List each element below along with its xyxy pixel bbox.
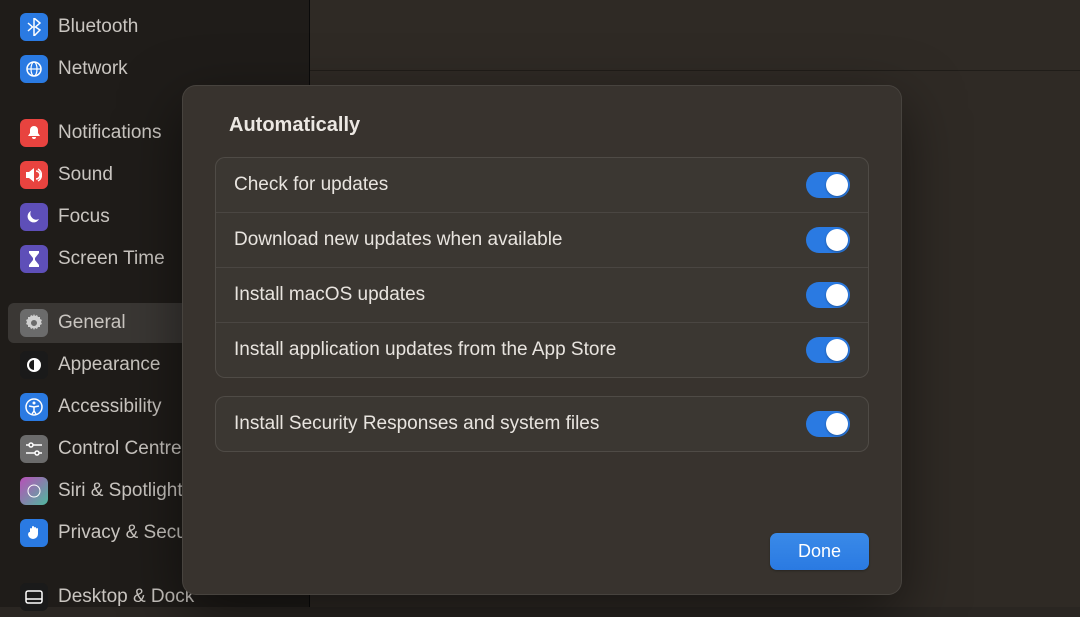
sidebar-item-bluetooth[interactable]: Bluetooth [8,7,301,47]
sidebar-item-label: Control Centre [58,438,182,460]
bell-icon [20,119,48,147]
setting-row-install-appstore: Install application updates from the App… [216,323,868,377]
setting-row-check-updates: Check for updates [216,158,868,213]
network-icon [20,55,48,83]
sidebar-item-label: Sound [58,164,113,186]
gear-icon [20,309,48,337]
sidebar-item-label: Appearance [58,354,160,376]
sidebar-item-network[interactable]: Network [8,49,301,89]
hand-icon [20,519,48,547]
sidebar-item-label: General [58,312,126,334]
toggle-security-responses[interactable] [806,411,850,437]
setting-row-install-macos: Install macOS updates [216,268,868,323]
siri-icon [20,477,48,505]
sliders-icon [20,435,48,463]
setting-label: Check for updates [234,174,388,196]
toggle-download-updates[interactable] [806,227,850,253]
sidebar-item-label: Siri & Spotlight [58,480,183,502]
toggle-install-appstore[interactable] [806,337,850,363]
moon-icon [20,203,48,231]
settings-group-1: Check for updates Download new updates w… [215,157,869,378]
settings-group-2: Install Security Responses and system fi… [215,396,869,452]
sidebar-item-label: Focus [58,206,110,228]
setting-row-security-responses: Install Security Responses and system fi… [216,397,868,451]
accessibility-icon [20,393,48,421]
sidebar-item-label: Screen Time [58,248,165,270]
setting-label: Install application updates from the App… [234,339,616,361]
setting-label: Install Security Responses and system fi… [234,413,599,435]
toggle-install-macos[interactable] [806,282,850,308]
speaker-icon [20,161,48,189]
appearance-icon [20,351,48,379]
hourglass-icon [20,245,48,273]
setting-label: Download new updates when available [234,229,563,251]
sidebar-item-label: Desktop & Dock [58,586,194,608]
sidebar-item-label: Network [58,58,128,80]
sidebar-item-label: Notifications [58,122,162,144]
bluetooth-icon [20,13,48,41]
toggle-check-updates[interactable] [806,172,850,198]
modal-title: Automatically [229,114,869,137]
sidebar-item-label: Bluetooth [58,16,138,38]
automatic-updates-modal: Automatically Check for updates Download… [182,85,902,595]
modal-footer: Done [770,533,869,570]
setting-label: Install macOS updates [234,284,425,306]
sidebar-item-label: Accessibility [58,396,161,418]
setting-row-download-updates: Download new updates when available [216,213,868,268]
done-button[interactable]: Done [770,533,869,570]
